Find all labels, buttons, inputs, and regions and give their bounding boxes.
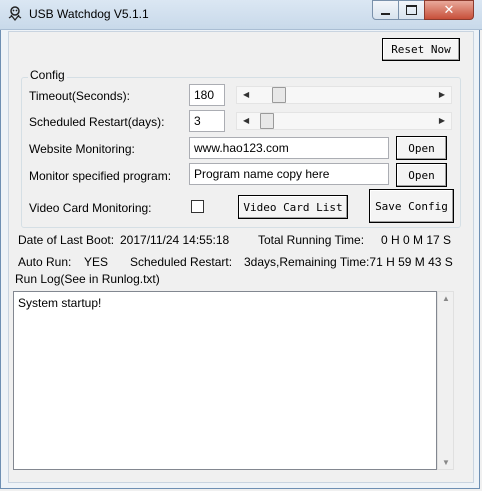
timeout-label: Timeout(Seconds): [29,89,130,103]
program-open-button[interactable]: Open [396,163,447,187]
slider-right-arrow-icon[interactable]: ▶ [439,90,445,99]
restart-days-slider-thumb[interactable] [259,113,274,129]
video-card-label: Video Card Monitoring: [29,201,152,215]
reset-now-button[interactable]: Reset Now [382,38,460,61]
website-input[interactable]: www.hao123.com [189,137,389,159]
website-open-button[interactable]: Open [396,136,447,160]
minimize-button[interactable] [372,0,399,20]
run-log-title: Run Log(See in Runlog.txt) [15,272,160,286]
close-icon: ✕ [443,2,455,17]
window-title: USB Watchdog V5.1.1 [29,7,149,21]
restart-days-slider[interactable]: ◀ ▶ [236,112,452,130]
timeout-input[interactable]: 180 [189,84,225,106]
minimize-icon [381,12,390,15]
scroll-up-arrow-icon[interactable]: ▲ [442,294,450,303]
run-log-scrollbar[interactable]: ▲ ▼ [437,291,454,470]
auto-run-label: Auto Run: [18,255,72,269]
scheduled-restart-value: 3days,Remaining Time:71 H 59 M 43 S [244,255,453,269]
restart-days-label: Scheduled Restart(days): [29,115,165,129]
running-time-label: Total Running Time: [258,233,365,247]
app-icon [8,6,22,22]
slider-right-arrow-icon[interactable]: ▶ [439,116,445,125]
auto-run-value: YES [84,255,109,269]
config-group-title: Config [28,68,67,82]
run-log-content: System startup! [18,296,102,310]
save-config-button[interactable]: Save Config [369,189,454,223]
run-log-textarea[interactable]: System startup! [13,291,437,470]
timeout-slider[interactable]: ◀ ▶ [236,86,452,104]
maximize-icon [406,5,417,15]
scroll-down-arrow-icon[interactable]: ▼ [442,458,450,467]
title-bar[interactable]: USB Watchdog V5.1.1 ✕ [0,0,482,30]
restart-days-input[interactable]: 3 [189,110,225,132]
close-button[interactable]: ✕ [424,0,474,20]
scheduled-restart-label: Scheduled Restart: [130,255,233,269]
last-boot-value: 2017/11/24 14:55:18 [120,233,230,247]
website-monitoring-label: Website Monitoring: [29,142,135,156]
last-boot-label: Date of Last Boot: [18,233,115,247]
slider-left-arrow-icon[interactable]: ◀ [243,116,249,125]
video-card-list-button[interactable]: Video Card List [238,195,348,219]
running-time-value: 0 H 0 M 17 S [381,233,452,247]
slider-left-arrow-icon[interactable]: ◀ [243,90,249,99]
video-card-checkbox[interactable] [191,200,204,213]
maximize-button[interactable] [398,0,425,20]
monitor-program-label: Monitor specified program: [29,169,172,183]
program-input[interactable]: Program name copy here [189,163,389,185]
timeout-slider-thumb[interactable] [271,87,286,103]
